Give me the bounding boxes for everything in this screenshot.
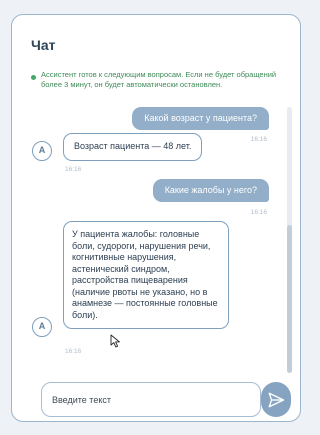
user-message: Какие жалобы у него? [152, 179, 269, 202]
message-list[interactable]: Какой возраст у пациента? 16:16 A Возрас… [12, 15, 300, 421]
mouse-cursor-icon [110, 334, 120, 348]
message-line: боли, судороги, нарушения речи, [72, 240, 211, 251]
message-time: 16:16 [65, 348, 82, 355]
assistant-message: Возраст пациента — 48 лет. [63, 133, 203, 161]
message-line: боли). [72, 309, 98, 320]
message-line: анамнезе — постоянные головные [72, 298, 218, 308]
scrollbar-thumb[interactable] [287, 225, 292, 373]
message-line: У пациента жалобы: головные [72, 229, 200, 239]
message-line: когнитивные нарушения, [72, 252, 177, 262]
message-line: (наличие рвоты не указано, но в [72, 286, 208, 297]
chat-panel: Чат Ассистент готов к следующим вопросам… [11, 14, 301, 422]
message-composer [31, 367, 291, 417]
send-icon [268, 392, 285, 407]
message-line: расстройства пищеварения [72, 275, 188, 285]
message-line: астенический синдром, [72, 263, 170, 274]
message-time: 16:16 [250, 209, 267, 216]
assistant-avatar: A [32, 141, 52, 161]
message-time: 16:16 [250, 136, 267, 143]
assistant-avatar: A [32, 317, 52, 337]
message-scrollbar[interactable] [287, 107, 292, 373]
assistant-message: У пациента жалобы: головные боли, судоро… [63, 221, 229, 329]
message-time: 16:16 [65, 166, 82, 173]
send-button[interactable] [261, 382, 291, 417]
message-input[interactable] [41, 382, 261, 417]
user-message: Какой возраст у пациента? [132, 107, 269, 130]
